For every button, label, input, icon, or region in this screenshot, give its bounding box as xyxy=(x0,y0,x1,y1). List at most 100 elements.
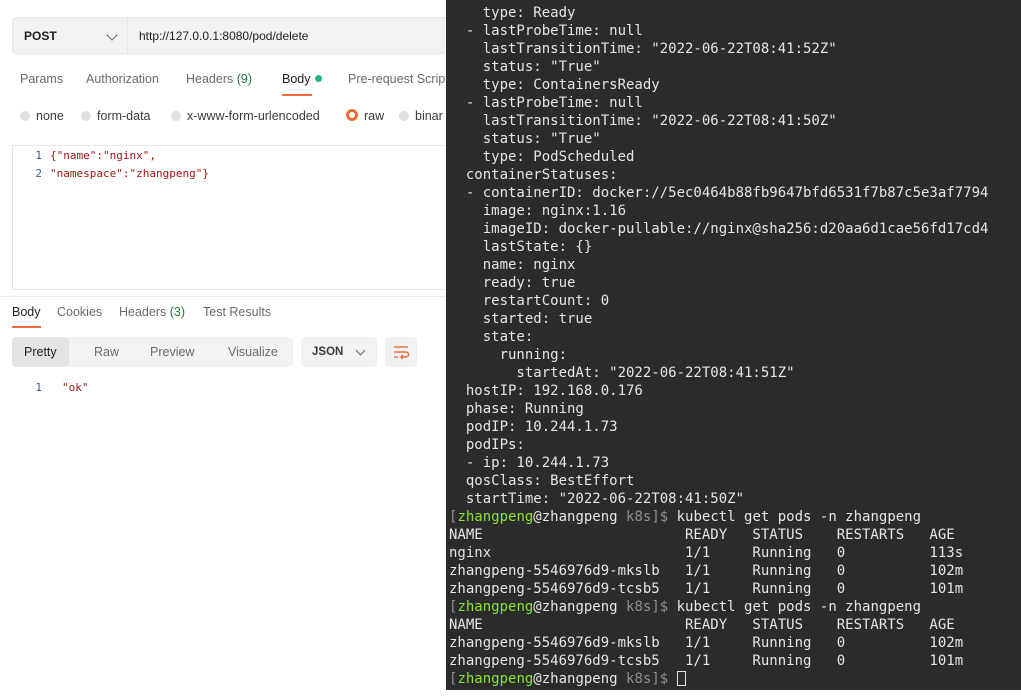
output-line: ready: true xyxy=(449,275,576,291)
output-line: restartCount: 0 xyxy=(449,293,610,309)
output-line: - lastProbeTime: null xyxy=(449,95,643,111)
tab-response-headers[interactable]: Headers (3) xyxy=(119,305,185,319)
radio-selected-icon xyxy=(346,109,358,121)
table-header: NAME READY STATUS RESTARTS AGE xyxy=(449,527,955,543)
tab-label: Pre-request Scrip xyxy=(348,72,446,86)
output-line: started: true xyxy=(449,311,593,327)
prompt-bracket: ]$ xyxy=(651,599,677,615)
output-line: type: ContainersReady xyxy=(449,77,660,93)
prompt-host: @zhangpeng xyxy=(533,671,618,687)
output-line: startTime: "2022-06-22T08:41:50Z" xyxy=(449,491,745,507)
wrap-lines-button[interactable] xyxy=(385,337,417,367)
tab-body[interactable]: Body xyxy=(282,72,322,86)
radio-circle-icon xyxy=(20,111,30,121)
method-select[interactable]: POST xyxy=(12,17,127,54)
output-line: lastTransitionTime: "2022-06-22T08:41:52… xyxy=(449,41,837,57)
divider xyxy=(0,296,446,297)
wrap-lines-icon xyxy=(394,346,410,360)
output-line: status: "True" xyxy=(449,59,601,75)
tab-pre-request-script[interactable]: Pre-request Scrip xyxy=(348,72,445,86)
output-line: lastState: {} xyxy=(449,239,593,255)
background xyxy=(446,690,1021,698)
output-line: type: PodScheduled xyxy=(449,149,635,165)
format-select[interactable]: JSON xyxy=(301,337,377,367)
table-row: zhangpeng-5546976d9-tcsb5 1/1 Running 0 … xyxy=(449,653,964,669)
code-text: {"name":"nginx", xyxy=(50,149,156,162)
command-text: kubectl get pods -n zhangpeng xyxy=(676,509,922,525)
url-input[interactable]: http://127.0.0.1:8080/pod/delete xyxy=(127,17,446,54)
url-text: http://127.0.0.1:8080/pod/delete xyxy=(139,29,309,43)
table-header: NAME READY STATUS RESTARTS AGE xyxy=(449,617,955,633)
output-line: qosClass: BestEffort xyxy=(449,473,635,489)
code-line[interactable]: {"name":"nginx", xyxy=(50,149,156,162)
output-line: - ip: 10.244.1.73 xyxy=(449,455,610,471)
radio-raw[interactable]: raw xyxy=(346,109,384,123)
output-line: hostIP: 192.168.0.176 xyxy=(449,383,643,399)
output-line: name: nginx xyxy=(449,257,576,273)
output-line: state: xyxy=(449,329,534,345)
line-number: 1 xyxy=(35,149,42,162)
prompt-dir: k8s xyxy=(617,599,652,615)
output-line: containerStatuses: xyxy=(449,167,618,183)
radio-label: binar xyxy=(415,109,443,123)
radio-label: none xyxy=(36,109,64,123)
radio-label: raw xyxy=(364,109,385,123)
chevron-down-icon xyxy=(355,345,366,356)
radio-circle-icon xyxy=(399,111,409,121)
tab-params[interactable]: Params xyxy=(20,72,63,86)
prompt-bracket: ]$ xyxy=(651,509,677,525)
prompt-host: @zhangpeng xyxy=(533,599,618,615)
output-line: running: xyxy=(449,347,568,363)
table-row: zhangpeng-5546976d9-mkslb 1/1 Running 0 … xyxy=(449,635,964,651)
view-preview[interactable]: Preview xyxy=(150,337,194,367)
view-raw[interactable]: Raw xyxy=(94,337,119,367)
line-number: 2 xyxy=(35,167,42,180)
method-label: POST xyxy=(24,29,57,43)
tab-headers[interactable]: Headers (9) xyxy=(186,72,252,86)
code-line[interactable]: "namespace":"zhangpeng"} xyxy=(50,167,209,180)
prompt-dir: k8s xyxy=(617,671,652,687)
radio-urlencoded[interactable]: x-www-form-urlencoded xyxy=(171,109,320,123)
radio-circle-icon xyxy=(81,111,91,121)
headers-count: (3) xyxy=(169,305,186,319)
terminal-window[interactable]: type: Ready - lastProbeTime: null lastTr… xyxy=(446,0,1021,690)
prompt-line: [zhangpeng@zhangpeng k8s]$ kubectl get p… xyxy=(449,508,921,526)
table-row: zhangpeng-5546976d9-mkslb 1/1 Running 0 … xyxy=(449,563,964,579)
output-line: imageID: docker-pullable://nginx@sha256:… xyxy=(449,221,989,237)
radio-binary[interactable]: binar xyxy=(399,109,443,123)
postman-panel: POST http://127.0.0.1:8080/pod/delete Pa… xyxy=(0,0,446,698)
radio-form-data[interactable]: form-data xyxy=(81,109,151,123)
tab-label: Params xyxy=(20,72,64,86)
command-text: kubectl get pods -n zhangpeng xyxy=(676,599,922,615)
output-line: type: Ready xyxy=(449,5,576,21)
radio-none[interactable]: none xyxy=(20,109,64,123)
tab-label: Body xyxy=(12,305,41,319)
output-line: image: nginx:1.16 xyxy=(449,203,627,219)
radio-label: form-data xyxy=(97,109,151,123)
tab-label: Headers xyxy=(119,305,167,319)
active-tab-underline xyxy=(282,94,312,96)
tab-test-results[interactable]: Test Results xyxy=(203,305,271,319)
tab-cookies[interactable]: Cookies xyxy=(57,305,102,319)
prompt-dir: k8s xyxy=(617,509,652,525)
chevron-down-icon xyxy=(106,29,118,41)
table-row: nginx 1/1 Running 0 113s xyxy=(449,545,964,561)
tab-response-body[interactable]: Body xyxy=(12,305,41,319)
tab-label: Headers xyxy=(186,72,234,86)
view-pretty[interactable]: Pretty xyxy=(12,337,69,367)
prompt-bracket: ]$ xyxy=(651,671,677,687)
output-line: status: "True" xyxy=(449,131,601,147)
prompt-user: zhangpeng xyxy=(457,671,534,687)
headers-count: (9) xyxy=(236,72,253,86)
view-visualize[interactable]: Visualize xyxy=(228,337,278,367)
response-text: "ok" xyxy=(62,381,89,394)
tab-label: Authorization xyxy=(86,72,159,86)
line-number: 1 xyxy=(35,381,42,394)
tab-label: Cookies xyxy=(57,305,103,319)
tab-authorization[interactable]: Authorization xyxy=(86,72,159,86)
prompt-line: [zhangpeng@zhangpeng k8s]$ xyxy=(449,670,686,688)
code-text: "namespace":"zhangpeng"} xyxy=(50,167,209,180)
prompt-host: @zhangpeng xyxy=(533,509,618,525)
format-label: JSON xyxy=(312,346,344,358)
table-row: zhangpeng-5546976d9-tcsb5 1/1 Running 0 … xyxy=(449,581,964,597)
